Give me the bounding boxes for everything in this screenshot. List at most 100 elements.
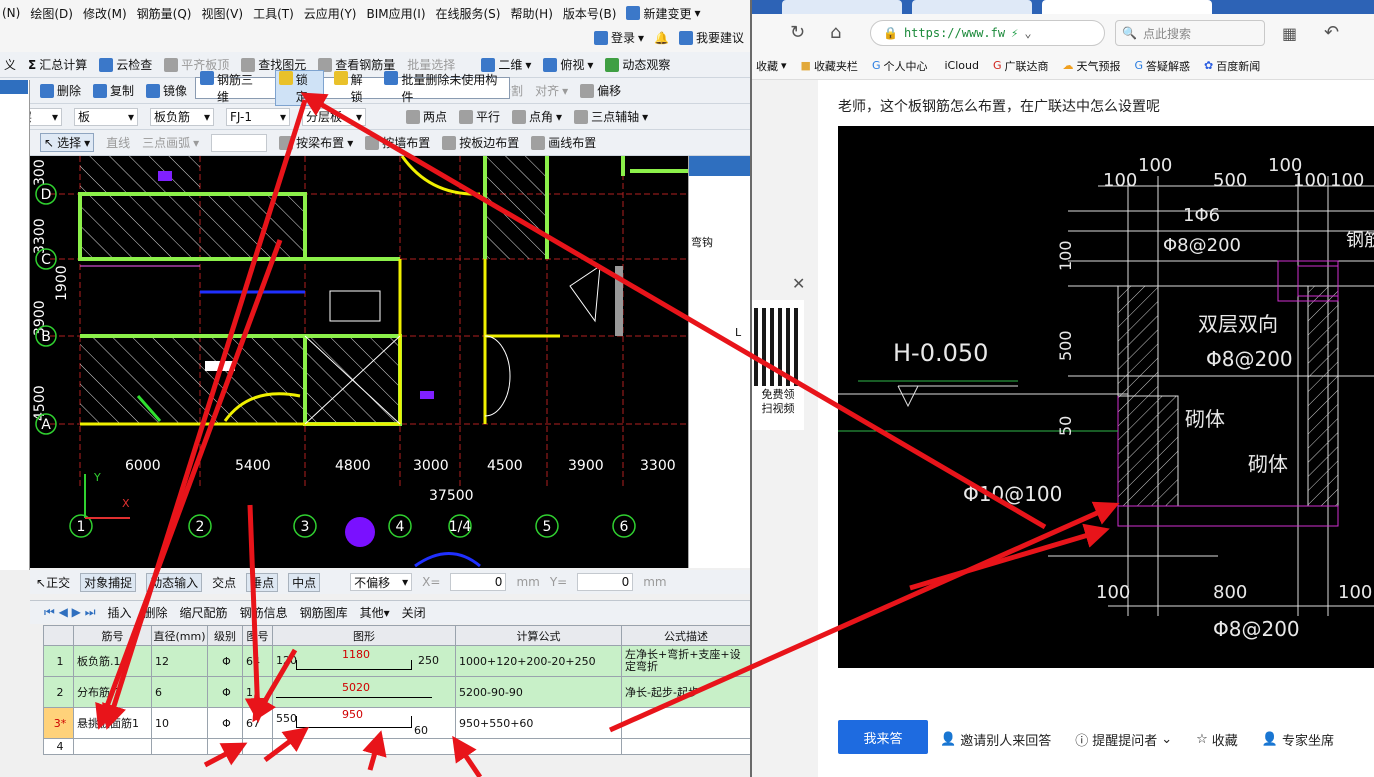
- arc-button[interactable]: 三点画弧 ▾: [142, 134, 199, 151]
- bookmark-item[interactable]: G 广联达商: [993, 58, 1049, 74]
- menu-item-bim[interactable]: BIM应用(I): [366, 5, 425, 22]
- row-grade[interactable]: [207, 738, 243, 755]
- bookmark-item[interactable]: ✿ 百度新闻: [1204, 58, 1260, 74]
- floor-plan-drawing[interactable]: 6000 5400 4800 3000 4500 3900 3300 37500…: [30, 156, 688, 568]
- mirror-button[interactable]: 镜像: [146, 82, 187, 99]
- mid-toggle[interactable]: 中点: [288, 572, 321, 592]
- select-button[interactable]: ↖ 选择 ▾: [40, 133, 95, 152]
- row-shape[interactable]: 120 1180 250: [272, 645, 456, 677]
- lightning-icon[interactable]: ⚡: [1011, 26, 1018, 40]
- delete-row-button[interactable]: 删除: [144, 604, 168, 621]
- row-desc[interactable]: [621, 738, 750, 755]
- login-button[interactable]: 登录 ▾: [593, 29, 644, 46]
- menu-item-n[interactable]: (N): [2, 6, 20, 20]
- invite-button[interactable]: 👤 邀请别人来回答: [940, 730, 1051, 749]
- other-button[interactable]: 其他▾: [360, 604, 390, 621]
- arc-input[interactable]: [211, 133, 268, 152]
- row-formula[interactable]: [455, 738, 622, 755]
- insert-button[interactable]: 插入: [108, 604, 132, 621]
- browser-tab[interactable]: [782, 0, 902, 14]
- row-desc[interactable]: [621, 707, 750, 739]
- bell-icon[interactable]: 🔔: [654, 31, 669, 45]
- y-coord-input[interactable]: 0: [577, 573, 634, 591]
- align-button[interactable]: 对齐 ▾: [535, 82, 568, 99]
- menu-item-rebar[interactable]: 钢筋量(Q): [137, 5, 192, 22]
- qr-ad[interactable]: 免费领 扫视频: [752, 300, 804, 430]
- row-name[interactable]: 板负筋.1: [73, 645, 152, 677]
- perp-toggle[interactable]: 垂点: [246, 572, 279, 592]
- nav-first-button[interactable]: ⏮ ◀ ▶ ⏭: [44, 605, 96, 620]
- remind-button[interactable]: ⓘ 提醒提问者 ⌄: [1075, 730, 1172, 749]
- table-row[interactable]: 3* 悬挑板面筋1 10 Φ 67 550 950 60 950+550+60: [43, 707, 750, 739]
- toolbar-item-yi[interactable]: 义: [4, 56, 16, 73]
- row-dia[interactable]: 6: [151, 676, 208, 708]
- row-desc[interactable]: 左净长+弯折+支座+设定弯折: [621, 645, 750, 677]
- answer-button[interactable]: 我来答: [838, 720, 928, 754]
- row-name[interactable]: [73, 738, 152, 755]
- row-fig[interactable]: 64: [242, 645, 273, 677]
- line-button[interactable]: 直线: [106, 134, 130, 151]
- lock-button[interactable]: 锁定: [274, 70, 324, 106]
- row-dia[interactable]: 10: [151, 707, 208, 739]
- suggest-button[interactable]: 我要建议: [678, 29, 744, 46]
- steel3d-button[interactable]: 钢筋三维: [200, 71, 265, 105]
- point-angle-button[interactable]: 点角 ▾: [512, 108, 562, 125]
- rebar-lib-button[interactable]: 钢筋图库: [300, 604, 348, 621]
- home-icon[interactable]: ⌂: [830, 22, 841, 43]
- question-image[interactable]: 100 100 500 100 100 100 1Φ6 Φ8@200 钢筋 H-…: [838, 126, 1374, 668]
- copy-button[interactable]: 复制: [93, 82, 134, 99]
- row-dia[interactable]: 12: [151, 645, 208, 677]
- refresh-icon[interactable]: ↻: [790, 22, 805, 43]
- bookmark-item[interactable]: 收藏 ▾: [756, 58, 787, 74]
- bookmark-item[interactable]: G 答疑解惑: [1134, 58, 1190, 74]
- batch-delete-button[interactable]: 批量删除未使用构件: [384, 71, 509, 105]
- grid-icon[interactable]: ▦: [1282, 24, 1297, 43]
- row-shape[interactable]: [272, 738, 456, 755]
- orbit-button[interactable]: 动态观察: [605, 56, 670, 73]
- row-grade[interactable]: Φ: [207, 707, 243, 739]
- by-wall-button[interactable]: 按墙布置: [365, 134, 430, 151]
- row-grade[interactable]: Φ: [207, 676, 243, 708]
- offset-button[interactable]: 偏移: [580, 82, 621, 99]
- row-fig[interactable]: 1: [242, 676, 273, 708]
- search-input[interactable]: 🔍 点此搜索: [1115, 20, 1265, 46]
- row-formula[interactable]: 1000+120+200-20+250: [455, 645, 622, 677]
- bookmark-item[interactable]: iCloud: [941, 59, 978, 72]
- ortho-toggle[interactable]: ↖正交: [36, 574, 70, 591]
- browser-tab[interactable]: [912, 0, 1032, 14]
- scale-button[interactable]: 缩尺配筋: [180, 604, 228, 621]
- table-row[interactable]: 2 分布筋.1 6 Φ 1 5020 5200-90-90 净长-起步-起步: [43, 676, 750, 708]
- menu-item-tools[interactable]: 工具(T): [253, 5, 294, 22]
- top-view-button[interactable]: 俯视 ▾: [543, 56, 593, 73]
- cloud-check-button[interactable]: 云检查: [99, 56, 152, 73]
- two-point-button[interactable]: 两点: [406, 108, 447, 125]
- row-fig[interactable]: 67: [242, 707, 273, 739]
- offset-select[interactable]: 不偏移 ▾: [350, 573, 413, 591]
- row-grade[interactable]: Φ: [207, 645, 243, 677]
- three-point-axis-button[interactable]: 三点辅轴 ▾: [574, 108, 648, 125]
- menu-item-online[interactable]: 在线服务(S): [436, 5, 501, 22]
- favorite-button[interactable]: ☆ 收藏: [1196, 730, 1238, 749]
- delete-button[interactable]: 删除: [40, 82, 81, 99]
- menu-item-draw[interactable]: 绘图(D): [30, 5, 73, 22]
- close-icon[interactable]: ✕: [792, 274, 805, 293]
- table-row[interactable]: 1 板负筋.1 12 Φ 64 120 1180 250 1000+120+20…: [43, 645, 750, 677]
- menu-item-modify[interactable]: 修改(M): [83, 5, 127, 22]
- menu-item-cloud[interactable]: 云应用(Y): [304, 5, 357, 22]
- parallel-button[interactable]: 平行: [459, 108, 500, 125]
- row-name[interactable]: 悬挑板面筋1: [73, 707, 152, 739]
- menu-item-help[interactable]: 帮助(H): [510, 5, 552, 22]
- summary-button[interactable]: Σ 汇总计算: [28, 56, 87, 73]
- unlock-button[interactable]: 解锁: [333, 71, 375, 105]
- expert-button[interactable]: 👤 专家坐席: [1262, 730, 1334, 749]
- draw-line-button[interactable]: 画线布置: [531, 134, 596, 151]
- row-name[interactable]: 分布筋.1: [73, 676, 152, 708]
- bookmark-item[interactable]: ☁ 天气预报: [1062, 58, 1120, 74]
- url-field[interactable]: 🔒 https://www.fw ⚡ ⌄: [870, 20, 1105, 46]
- menu-item-version[interactable]: 版本号(B): [563, 5, 617, 22]
- row-shape[interactable]: 550 950 60: [272, 707, 456, 739]
- object-snap-toggle[interactable]: 对象捕捉: [80, 572, 137, 592]
- type-select[interactable]: 板 ▾: [74, 107, 138, 126]
- sub-select[interactable]: 板负筋 ▾: [150, 107, 214, 126]
- table-row[interactable]: 4: [43, 738, 750, 755]
